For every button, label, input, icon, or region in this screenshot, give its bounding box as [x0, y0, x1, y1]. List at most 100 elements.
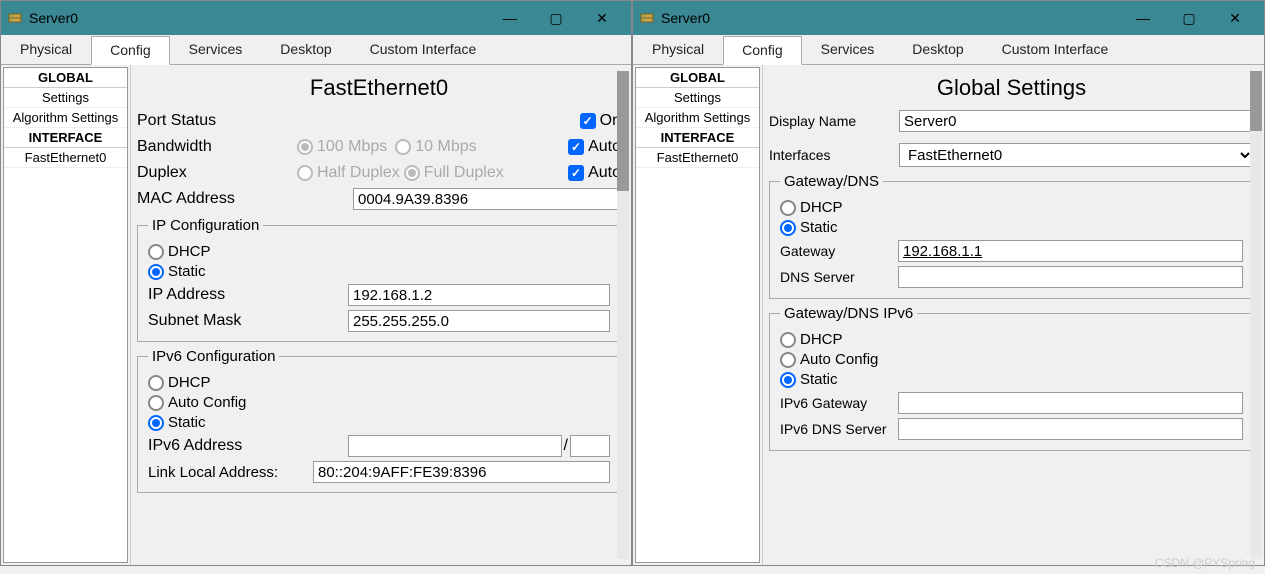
window-title: Server0: [661, 10, 710, 26]
main-panel: Global Settings Display Name Interfaces …: [763, 65, 1264, 565]
group-gateway-dns: Gateway/DNS DHCP Static Gateway DNS Serv…: [769, 173, 1254, 299]
main-panel: FastEthernet0 Port Status On Bandwidth 1…: [131, 65, 631, 565]
input-dns[interactable]: [898, 266, 1243, 288]
close-button[interactable]: ✕: [1212, 3, 1258, 33]
tab-bar: Physical Config Services Desktop Custom …: [1, 35, 631, 65]
sidebar-item-settings[interactable]: Settings: [4, 88, 127, 108]
window-title: Server0: [29, 10, 78, 26]
tab-desktop[interactable]: Desktop: [261, 35, 350, 64]
label-interfaces: Interfaces: [769, 147, 899, 163]
content: GLOBAL Settings Algorithm Settings INTER…: [1, 65, 631, 565]
radio-100mbps[interactable]: [297, 139, 313, 155]
label-duplex: Duplex: [137, 164, 297, 182]
minimize-button[interactable]: —: [1120, 3, 1166, 33]
sidebar-head-interface[interactable]: INTERFACE: [636, 128, 759, 148]
tab-physical[interactable]: Physical: [1, 35, 91, 64]
legend-gateway-dns-v6: Gateway/DNS IPv6: [780, 305, 917, 322]
scrollbar-track[interactable]: [1250, 71, 1262, 559]
sidebar-item-algo[interactable]: Algorithm Settings: [4, 108, 127, 128]
label-bandwidth: Bandwidth: [137, 138, 297, 156]
tab-services[interactable]: Services: [170, 35, 262, 64]
label-display-name: Display Name: [769, 113, 899, 129]
minimize-button[interactable]: —: [487, 3, 533, 33]
label-dns: DNS Server: [780, 269, 890, 285]
label-slash: /: [562, 437, 570, 455]
sidebar-item-algo[interactable]: Algorithm Settings: [636, 108, 759, 128]
label-mac: MAC Address: [137, 190, 353, 208]
checkbox-bw-auto[interactable]: [568, 139, 584, 155]
group-ipv6config: IPv6 Configuration DHCP Auto Config Stat…: [137, 348, 621, 493]
legend-ipconfig: IP Configuration: [148, 217, 263, 234]
close-button[interactable]: ✕: [579, 3, 625, 33]
label-linklocal: Link Local Address:: [148, 464, 313, 481]
label-gateway: Gateway: [780, 243, 890, 259]
maximize-button[interactable]: ▢: [1166, 3, 1212, 33]
titlebar[interactable]: Server0 — ▢ ✕: [1, 1, 631, 35]
label-mask: Subnet Mask: [148, 312, 348, 330]
server-icon: [7, 10, 23, 26]
tab-config[interactable]: Config: [91, 36, 169, 65]
input-prefix[interactable]: [570, 435, 610, 457]
input-ipv6gw[interactable]: [898, 392, 1243, 414]
tab-services[interactable]: Services: [802, 35, 894, 64]
legend-gateway-dns: Gateway/DNS: [780, 173, 883, 190]
checkbox-on[interactable]: [580, 113, 596, 129]
input-gateway[interactable]: [898, 240, 1243, 262]
radio-v6-dhcp[interactable]: [148, 375, 164, 391]
radio-gw6-dhcp[interactable]: [780, 332, 796, 348]
checkbox-dup-auto[interactable]: [568, 165, 584, 181]
sidebar-item-settings[interactable]: Settings: [636, 88, 759, 108]
input-mac[interactable]: [353, 188, 621, 210]
sidebar-head-interface[interactable]: INTERFACE: [4, 128, 127, 148]
radio-v6-auto[interactable]: [148, 395, 164, 411]
tab-custom[interactable]: Custom Interface: [351, 35, 496, 64]
label-ipv6addr: IPv6 Address: [148, 437, 348, 455]
panel-title: Global Settings: [769, 75, 1254, 101]
sidebar: GLOBAL Settings Algorithm Settings INTER…: [633, 65, 763, 565]
radio-10mbps[interactable]: [395, 139, 411, 155]
sidebar-item-fe0[interactable]: FastEthernet0: [4, 148, 127, 168]
radio-gw-dhcp[interactable]: [780, 200, 796, 216]
tab-bar: Physical Config Services Desktop Custom …: [633, 35, 1264, 65]
sidebar-head-global[interactable]: GLOBAL: [636, 68, 759, 88]
sidebar: GLOBAL Settings Algorithm Settings INTER…: [1, 65, 131, 565]
radio-gw6-static[interactable]: [780, 372, 796, 388]
radio-gw6-auto[interactable]: [780, 352, 796, 368]
radio-v6-static[interactable]: [148, 415, 164, 431]
label-ip-static: Static: [168, 263, 206, 280]
window-left: Server0 — ▢ ✕ Physical Config Services D…: [0, 0, 632, 566]
label-ipaddr: IP Address: [148, 286, 348, 304]
input-display-name[interactable]: [899, 110, 1254, 132]
scrollbar-thumb[interactable]: [617, 71, 629, 191]
radio-half[interactable]: [297, 165, 313, 181]
label-gw-static: Static: [800, 219, 838, 236]
input-ipaddr[interactable]: [348, 284, 610, 306]
input-ipv6dns[interactable]: [898, 418, 1243, 440]
sidebar-item-fe0[interactable]: FastEthernet0: [636, 148, 759, 168]
maximize-button[interactable]: ▢: [533, 3, 579, 33]
scrollbar-thumb[interactable]: [1250, 71, 1262, 131]
label-100mbps: 100 Mbps: [317, 138, 387, 156]
tab-config[interactable]: Config: [723, 36, 801, 65]
input-mask[interactable]: [348, 310, 610, 332]
input-ipv6addr[interactable]: [348, 435, 562, 457]
radio-gw-static[interactable]: [780, 220, 796, 236]
input-linklocal[interactable]: [313, 461, 610, 483]
label-10mbps: 10 Mbps: [415, 138, 476, 156]
legend-ipv6config: IPv6 Configuration: [148, 348, 279, 365]
label-gw6-dhcp: DHCP: [800, 331, 843, 348]
server-icon: [639, 10, 655, 26]
radio-full[interactable]: [404, 165, 420, 181]
tab-physical[interactable]: Physical: [633, 35, 723, 64]
titlebar[interactable]: Server0 — ▢ ✕: [633, 1, 1264, 35]
select-interfaces[interactable]: FastEthernet0: [899, 143, 1254, 167]
sidebar-head-global[interactable]: GLOBAL: [4, 68, 127, 88]
radio-ip-dhcp[interactable]: [148, 244, 164, 260]
radio-ip-static[interactable]: [148, 264, 164, 280]
tab-custom[interactable]: Custom Interface: [983, 35, 1128, 64]
label-ip-dhcp: DHCP: [168, 243, 211, 260]
group-ipconfig: IP Configuration DHCP Static IP Address …: [137, 217, 621, 342]
label-v6-auto: Auto Config: [168, 394, 246, 411]
watermark: CSDN @PYSpring: [1155, 556, 1255, 570]
tab-desktop[interactable]: Desktop: [893, 35, 982, 64]
